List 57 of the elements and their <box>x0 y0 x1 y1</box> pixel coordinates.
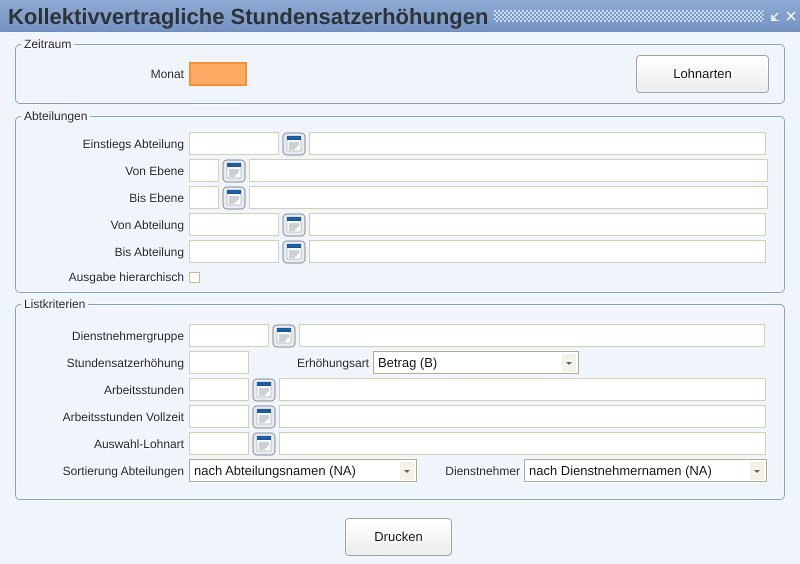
code-field[interactable] <box>189 159 219 182</box>
dropdown[interactable]: nach Dienstnehmernamen (NA) <box>524 459 767 482</box>
field-label: Stundensatzerhöhung <box>66 354 185 372</box>
list-lookup-icon[interactable] <box>272 324 296 348</box>
description-field[interactable] <box>309 213 766 236</box>
code-field[interactable] <box>189 324 269 347</box>
field-label: Auswahl-Lohnart <box>92 436 185 452</box>
description-field[interactable] <box>279 405 766 428</box>
field-label: Sortierung Abteilungen <box>62 462 185 480</box>
field-label: Bis Ebene <box>128 190 185 206</box>
field-label: Von Abteilung <box>110 216 185 234</box>
caret-icon <box>750 462 764 480</box>
description-field[interactable] <box>309 132 766 155</box>
field-label: Bis Abteilung <box>114 244 185 260</box>
list-lookup-icon[interactable] <box>252 404 276 428</box>
code-field[interactable] <box>189 186 219 209</box>
close-icon[interactable] <box>786 11 796 21</box>
list-lookup-icon[interactable] <box>252 378 276 402</box>
checkbox[interactable] <box>189 272 200 282</box>
month-field[interactable] <box>189 62 247 86</box>
list-lookup-icon[interactable] <box>222 186 246 210</box>
code-field[interactable] <box>189 405 249 428</box>
code-field[interactable] <box>189 378 249 401</box>
field-label: Ausgabe hierarchisch <box>68 269 185 286</box>
dropdown[interactable]: Betrag (B) <box>373 351 579 374</box>
list-lookup-icon[interactable] <box>222 158 246 182</box>
field-label: Dienstnehmergruppe <box>70 328 185 344</box>
field-label: Von Ebene <box>124 162 185 180</box>
field-label: Einstiegs Abteilung <box>82 136 185 152</box>
field-label: Monat <box>150 66 185 83</box>
caret-icon <box>562 354 576 372</box>
code-field[interactable] <box>189 432 249 455</box>
lohnarten-button[interactable]: Lohnarten <box>636 55 769 93</box>
field-label: Arbeitsstunden Vollzeit <box>62 408 185 426</box>
code-field[interactable] <box>189 132 279 155</box>
group-legend: Abteilungen <box>21 108 90 124</box>
description-field[interactable] <box>279 432 766 455</box>
list-lookup-icon[interactable] <box>282 212 306 236</box>
list-lookup-icon[interactable] <box>282 132 306 156</box>
dropdown[interactable]: nach Abteilungsnamen (NA) <box>189 459 417 482</box>
description-field[interactable] <box>299 324 765 347</box>
description-field[interactable] <box>249 186 768 209</box>
caret-icon <box>400 462 414 480</box>
description-field[interactable] <box>279 378 766 401</box>
field-label: Erhöhungsart <box>296 354 370 372</box>
print-button[interactable]: Drucken <box>345 518 452 556</box>
window-title: Kollektivvertragliche Stundensatzerhöhungen <box>8 2 488 31</box>
field-label: Arbeitsstunden <box>102 382 185 398</box>
code-field[interactable] <box>189 213 279 236</box>
field-label: Dienstnehmer <box>444 462 521 480</box>
list-lookup-icon[interactable] <box>252 432 276 456</box>
text-field[interactable] <box>189 351 249 374</box>
description-field[interactable] <box>249 159 768 182</box>
minimize-icon[interactable] <box>770 11 780 21</box>
description-field[interactable] <box>309 240 766 263</box>
list-lookup-icon[interactable] <box>282 240 306 264</box>
code-field[interactable] <box>189 240 279 263</box>
